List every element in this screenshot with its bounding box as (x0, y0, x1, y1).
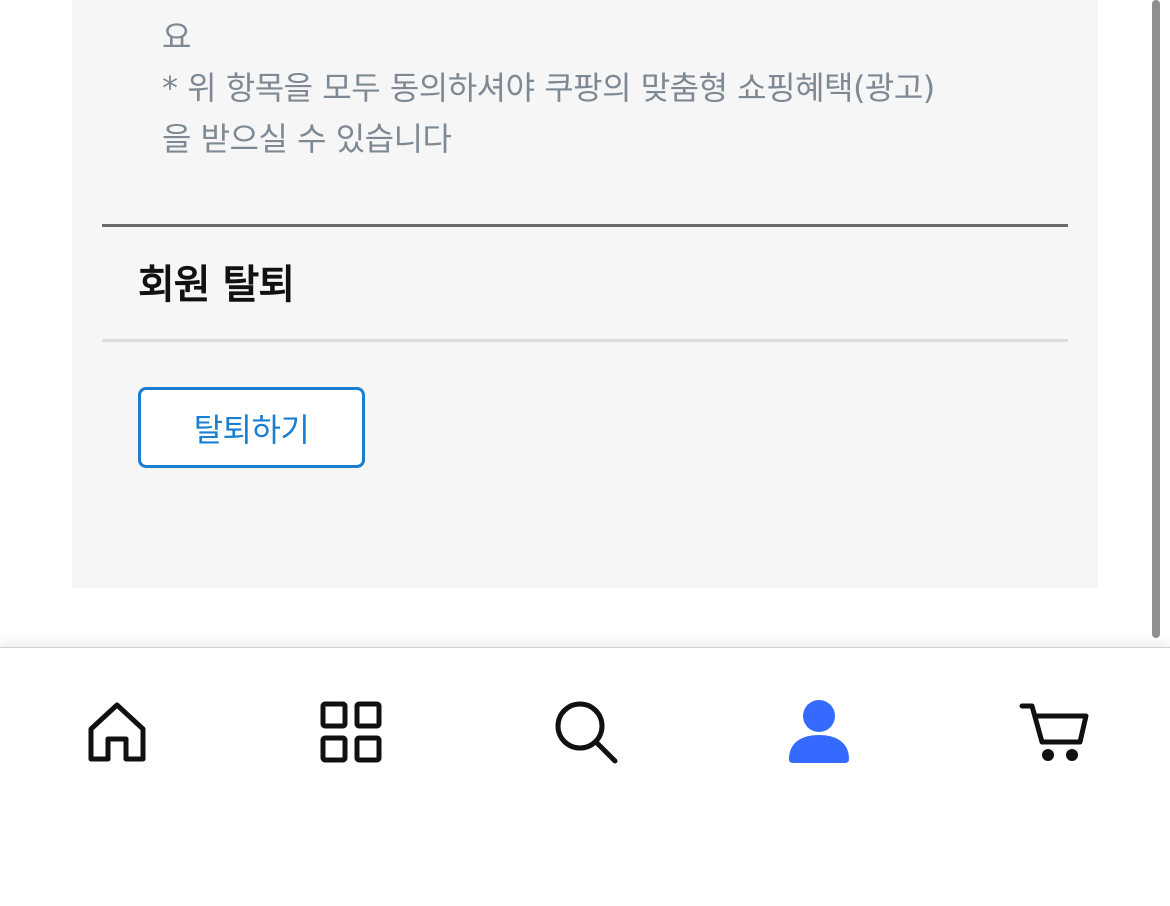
settings-panel: 요 * 위 항목을 모두 동의하셔야 쿠팡의 맞춤형 쇼핑혜택(광고) 을 받으… (72, 0, 1098, 588)
notice-line: 요 (162, 18, 191, 56)
bottom-navigation-bar (0, 647, 1170, 906)
page-scrollbar[interactable] (1152, 0, 1160, 638)
withdrawal-section-title: 회원 탈퇴 (138, 262, 295, 308)
home-icon (85, 699, 149, 765)
cart-icon (1018, 700, 1090, 764)
section-divider-light (102, 339, 1068, 342)
search-icon (552, 698, 620, 766)
section-divider (102, 224, 1068, 227)
notice-line: * 위 항목을 모두 동의하셔야 쿠팡의 맞춤형 쇼핑혜택(광고) (162, 69, 935, 107)
nav-categories-button[interactable] (311, 692, 391, 772)
notice-line: 을 받으실 수 있습니다 (162, 120, 452, 158)
withdraw-button[interactable]: 탈퇴하기 (138, 387, 365, 468)
user-icon (787, 699, 851, 765)
account-settings-page: 요 * 위 항목을 모두 동의하셔야 쿠팡의 맞춤형 쇼핑혜택(광고) 을 받으… (0, 0, 1170, 906)
grid-icon (319, 700, 383, 764)
ad-consent-notice: 요 * 위 항목을 모두 동의하셔야 쿠팡의 맞춤형 쇼핑혜택(광고) 을 받으… (162, 12, 1002, 165)
nav-my-account-button[interactable] (779, 692, 859, 772)
nav-home-button[interactable] (77, 692, 157, 772)
nav-cart-button[interactable] (1014, 692, 1094, 772)
nav-search-button[interactable] (546, 692, 626, 772)
